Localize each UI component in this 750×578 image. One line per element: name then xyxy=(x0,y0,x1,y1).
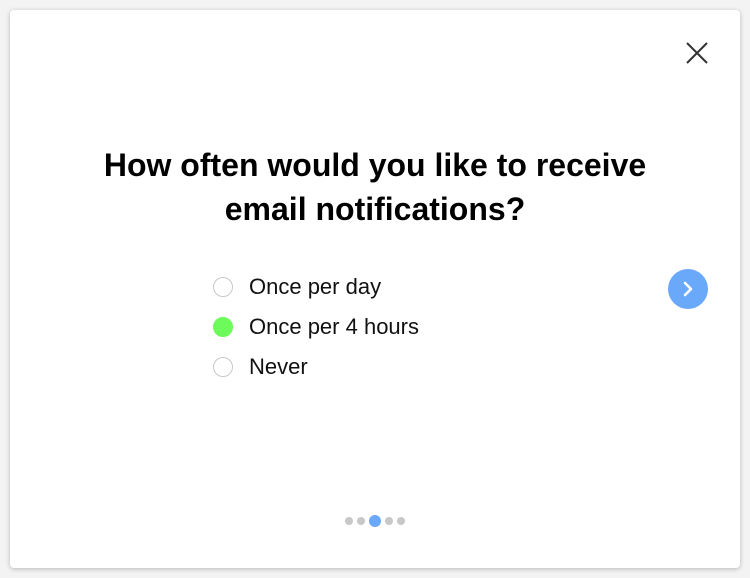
question-title: How often would you like to receive emai… xyxy=(10,143,740,231)
question-title-line1: How often would you like to receive xyxy=(103,147,647,183)
question-title-line2: email notifications? xyxy=(224,191,526,227)
close-button[interactable] xyxy=(685,41,709,65)
radio-button-selected[interactable] xyxy=(213,317,233,337)
radio-button[interactable] xyxy=(213,277,233,297)
option-once-per-day[interactable]: Once per day xyxy=(213,267,419,307)
option-once-per-4-hours[interactable]: Once per 4 hours xyxy=(213,307,419,347)
survey-dialog: How often would you like to receive emai… xyxy=(10,10,740,568)
page-dot-4[interactable] xyxy=(385,517,393,525)
close-icon xyxy=(686,42,708,64)
radio-button[interactable] xyxy=(213,357,233,377)
page-dot-2[interactable] xyxy=(357,517,365,525)
next-button[interactable] xyxy=(668,269,708,309)
option-label: Once per 4 hours xyxy=(249,314,419,339)
chevron-right-icon xyxy=(683,281,693,297)
page-dot-1[interactable] xyxy=(345,517,353,525)
option-label: Once per day xyxy=(249,274,382,299)
page-dot-3-active[interactable] xyxy=(369,515,381,527)
option-never[interactable]: Never xyxy=(213,347,419,387)
pagination-dots xyxy=(10,515,740,527)
option-label: Never xyxy=(249,354,308,379)
page-dot-5[interactable] xyxy=(397,517,405,525)
options-radio-group: Once per day Once per 4 hours Never xyxy=(213,267,419,387)
